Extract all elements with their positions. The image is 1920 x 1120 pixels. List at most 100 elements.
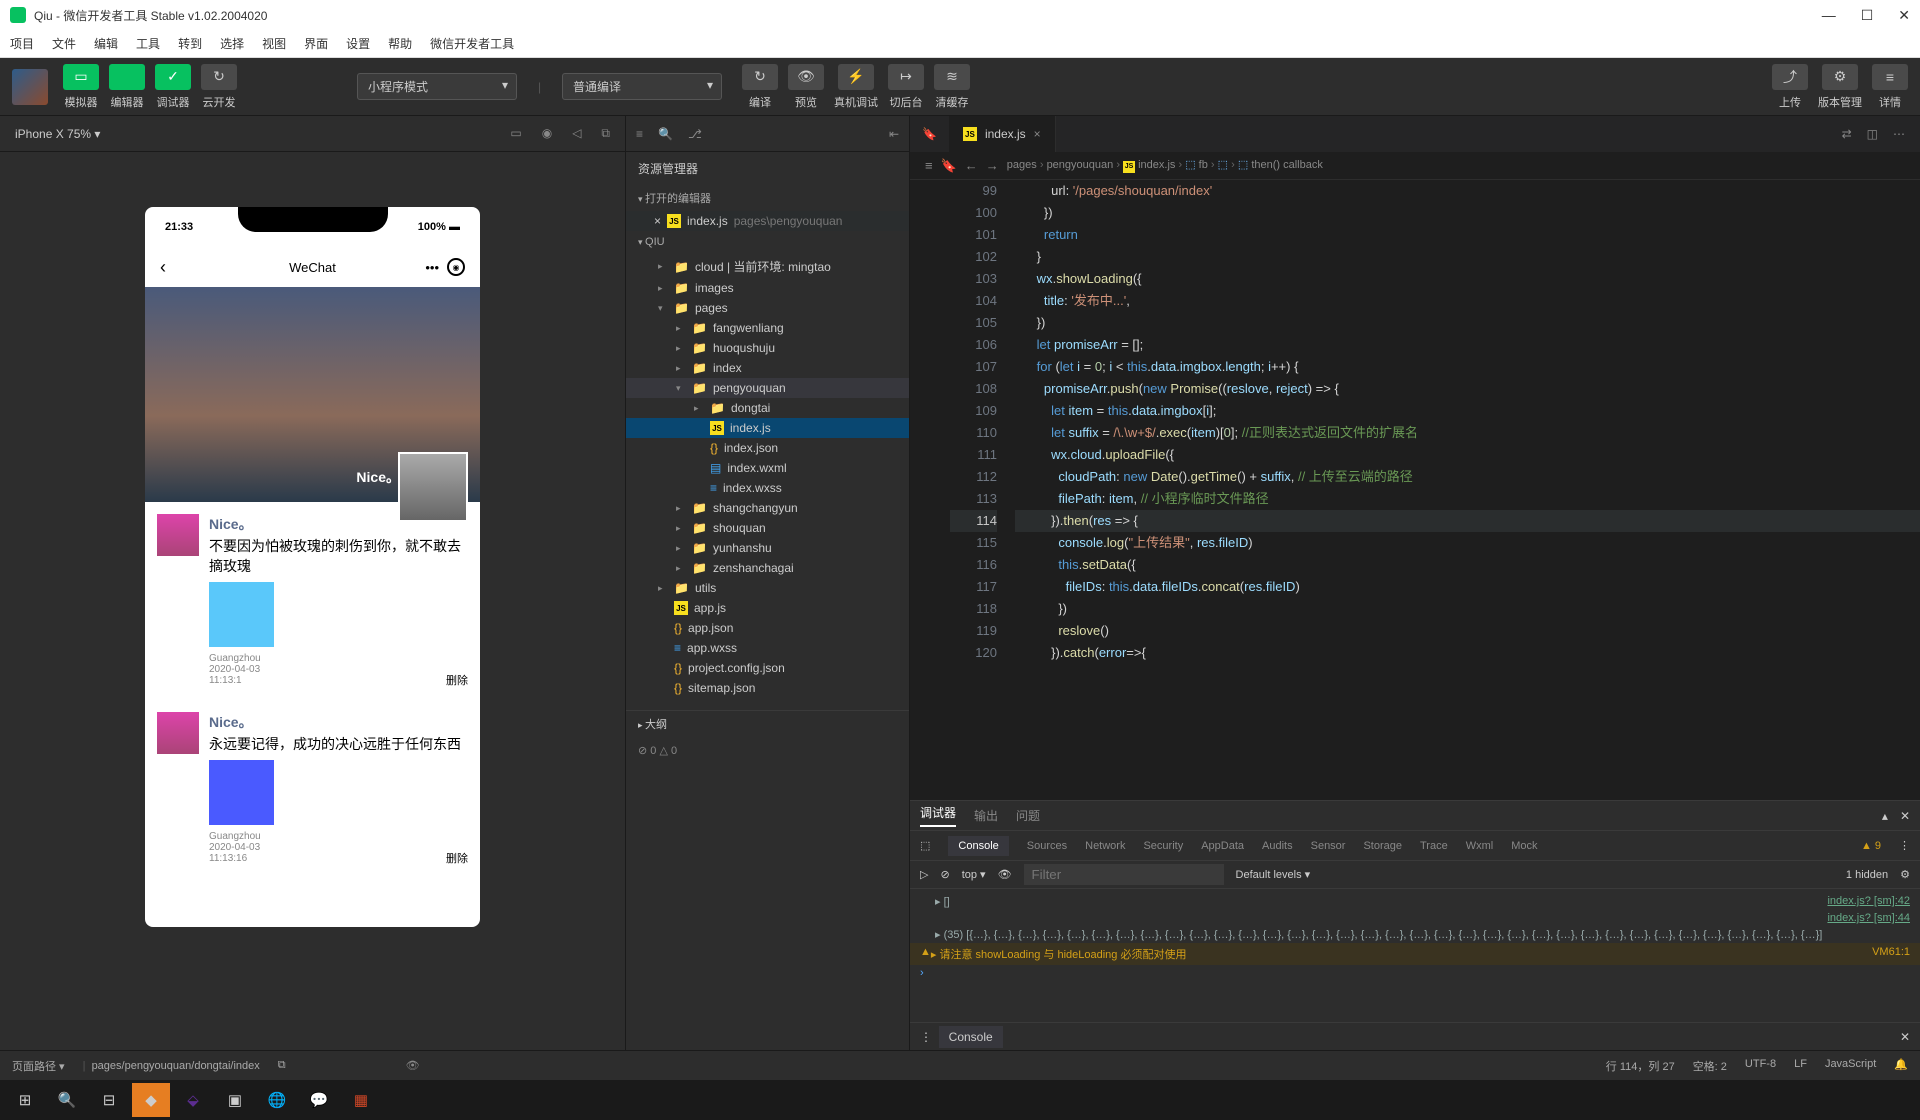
page-path[interactable]: pages/pengyouquan/dongtai/index bbox=[92, 1060, 260, 1072]
split-icon[interactable]: ◫ bbox=[1867, 127, 1878, 141]
folder-item[interactable]: ▸📁cloud | 当前环境: mingtao bbox=[626, 255, 909, 278]
close-file-icon[interactable]: × bbox=[654, 214, 661, 228]
console-eye-icon[interactable]: 👁 bbox=[998, 868, 1012, 881]
notifications-icon[interactable]: 🔔 bbox=[1894, 1058, 1908, 1074]
inspect-icon[interactable]: ⬚ bbox=[920, 839, 930, 852]
menu-item[interactable]: 帮助 bbox=[388, 35, 412, 52]
folder-item[interactable]: ▸📁images bbox=[626, 278, 909, 298]
menu-item[interactable]: 视图 bbox=[262, 35, 286, 52]
bookmark-icon[interactable]: 🔖 bbox=[941, 158, 957, 174]
problems-stats[interactable]: ⊘ 0 △ 0 bbox=[626, 740, 909, 766]
user-avatar[interactable] bbox=[12, 69, 48, 105]
editor-bookmark-icon[interactable]: 🔖 bbox=[910, 127, 949, 141]
status-item[interactable]: JavaScript bbox=[1825, 1058, 1876, 1074]
console-clear-icon[interactable]: ⊘ bbox=[940, 868, 949, 881]
status-item[interactable]: 空格: 2 bbox=[1693, 1058, 1727, 1074]
hero-avatar[interactable] bbox=[398, 452, 468, 522]
breadcrumb-item[interactable]: then() callback bbox=[1251, 159, 1323, 171]
post-avatar[interactable] bbox=[157, 514, 199, 556]
app-icon[interactable]: ◆ bbox=[132, 1083, 170, 1117]
file-item[interactable]: {}project.config.json bbox=[626, 658, 909, 678]
toolbar-button[interactable]: ≡详情 bbox=[1872, 64, 1908, 110]
devtools-subtab[interactable]: Wxml bbox=[1466, 840, 1494, 852]
outline-section[interactable]: 大纲 bbox=[626, 710, 909, 740]
console-filter-input[interactable] bbox=[1024, 864, 1224, 885]
file-item[interactable]: JSindex.js bbox=[626, 418, 909, 438]
mode-dropdown[interactable]: 小程序模式 bbox=[357, 73, 517, 100]
folder-item[interactable]: ▾📁pengyouquan bbox=[626, 378, 909, 398]
console-source-link[interactable]: index.js? [sm]:44 bbox=[1827, 912, 1910, 924]
console-context-select[interactable]: top ▾ bbox=[962, 868, 986, 881]
open-file-item[interactable]: × JS index.js pages\pengyouquan bbox=[626, 211, 909, 231]
explorer-search-icon[interactable]: 🔍 bbox=[658, 127, 673, 141]
devtools-collapse-icon[interactable]: ▴ bbox=[1882, 809, 1888, 823]
console-drawer-close-icon[interactable]: ✕ bbox=[1900, 1030, 1910, 1044]
menu-item[interactable]: 设置 bbox=[346, 35, 370, 52]
minimize-button[interactable]: — bbox=[1822, 7, 1836, 24]
menu-item[interactable]: 编辑 bbox=[94, 35, 118, 52]
nav-forward-icon[interactable]: → bbox=[986, 158, 999, 173]
folder-item[interactable]: ▸📁shouquan bbox=[626, 518, 909, 538]
file-item[interactable]: ≡app.wxss bbox=[626, 638, 909, 658]
more-icon[interactable]: ⋯ bbox=[1893, 127, 1905, 141]
post-username[interactable]: Nice。 bbox=[209, 712, 468, 732]
phone-menu-icon[interactable]: ••• bbox=[425, 260, 439, 275]
chrome-icon[interactable]: 🌐 bbox=[258, 1083, 296, 1117]
file-item[interactable]: JSapp.js bbox=[626, 598, 909, 618]
console-drawer-tab[interactable]: Console bbox=[939, 1026, 1003, 1048]
menu-item[interactable]: 转到 bbox=[178, 35, 202, 52]
terminal-icon[interactable]: ▣ bbox=[216, 1083, 254, 1117]
compile-dropdown[interactable]: 普通编译 bbox=[562, 73, 722, 100]
folder-item[interactable]: ▸📁index bbox=[626, 358, 909, 378]
devtools-close-icon[interactable]: ✕ bbox=[1900, 809, 1910, 823]
open-editors-section[interactable]: 打开的编辑器 bbox=[626, 185, 909, 211]
ppt-icon[interactable]: ▦ bbox=[342, 1083, 380, 1117]
folder-item[interactable]: ▸📁utils bbox=[626, 578, 909, 598]
sim-phone-icon[interactable]: ▭ bbox=[510, 126, 521, 141]
breadcrumb-item[interactable]: index.js bbox=[1138, 159, 1175, 171]
menu-item[interactable]: 项目 bbox=[10, 35, 34, 52]
nav-back-icon[interactable]: ← bbox=[965, 158, 978, 173]
toolbar-button[interactable]: 👁预览 bbox=[788, 64, 824, 110]
menu-item[interactable]: 微信开发者工具 bbox=[430, 35, 514, 52]
vscode-icon[interactable]: ⬙ bbox=[174, 1083, 212, 1117]
post-avatar[interactable] bbox=[157, 712, 199, 754]
menu-item[interactable]: 界面 bbox=[304, 35, 328, 52]
folder-item[interactable]: ▾📁pages bbox=[626, 298, 909, 318]
search-icon[interactable]: 🔍 bbox=[48, 1083, 86, 1117]
menu-item[interactable]: 工具 bbox=[136, 35, 160, 52]
devtools-subtab[interactable]: Sources bbox=[1027, 840, 1067, 852]
moments-post[interactable]: Nice。永远要记得，成功的决心远胜于任何东西Guangzhou2020-04-… bbox=[145, 700, 480, 878]
status-item[interactable]: 行 114，列 27 bbox=[1606, 1058, 1675, 1074]
hidden-count[interactable]: 1 hidden bbox=[1846, 869, 1888, 881]
status-item[interactable]: UTF-8 bbox=[1745, 1058, 1776, 1074]
devtools-tab[interactable]: 问题 bbox=[1016, 807, 1040, 824]
post-image[interactable] bbox=[209, 582, 274, 647]
toolbar-button[interactable]: ⚙版本管理 bbox=[1818, 64, 1862, 110]
visibility-icon[interactable]: 👁 bbox=[406, 1059, 420, 1072]
toggle-icon[interactable]: ≡ bbox=[925, 158, 933, 173]
console-more-icon[interactable]: ⋮ bbox=[920, 1030, 932, 1044]
console-levels-select[interactable]: Default levels ▾ bbox=[1236, 868, 1311, 881]
devtools-subtab[interactable]: Trace bbox=[1420, 840, 1448, 852]
devtools-subtab[interactable]: AppData bbox=[1201, 840, 1244, 852]
breadcrumb-item[interactable]: pages bbox=[1007, 159, 1037, 171]
file-item[interactable]: {}sitemap.json bbox=[626, 678, 909, 698]
console-play-icon[interactable]: ▷ bbox=[920, 868, 928, 881]
explorer-branch-icon[interactable]: ⎇ bbox=[688, 127, 702, 141]
devtools-more-icon[interactable]: ⋮ bbox=[1899, 839, 1910, 852]
console-source-link[interactable]: index.js? [sm]:42 bbox=[1827, 895, 1910, 908]
toolbar-button[interactable]: ▭模拟器 bbox=[63, 64, 99, 110]
devtools-subtab[interactable]: Audits bbox=[1262, 840, 1293, 852]
toolbar-button[interactable]: ↦切后台 bbox=[888, 64, 924, 110]
editor-breadcrumb[interactable]: ≡ 🔖 ← → pages › pengyouquan › JS index.j… bbox=[910, 152, 1920, 180]
folder-item[interactable]: ▸📁dongtai bbox=[626, 398, 909, 418]
sim-mute-icon[interactable]: ◁ bbox=[572, 126, 581, 141]
start-icon[interactable]: ⊞ bbox=[6, 1083, 44, 1117]
moments-post[interactable]: Nice。不要因为怕被玫瑰的刺伤到你，就不敢去摘玫瑰Guangzhou2020-… bbox=[145, 502, 480, 700]
devtools-subtab[interactable]: Storage bbox=[1363, 840, 1402, 852]
console-output[interactable]: ▸ (35) [{…}, {…}, {…}, {…}, {…}, {…}, {…… bbox=[935, 928, 1822, 941]
file-item[interactable]: {}app.json bbox=[626, 618, 909, 638]
phone-simulator[interactable]: 21:33 100% ▬ ‹ WeChat ••• ◉ Nice。 Nice。不… bbox=[145, 207, 480, 927]
close-button[interactable]: ✕ bbox=[1898, 7, 1910, 24]
